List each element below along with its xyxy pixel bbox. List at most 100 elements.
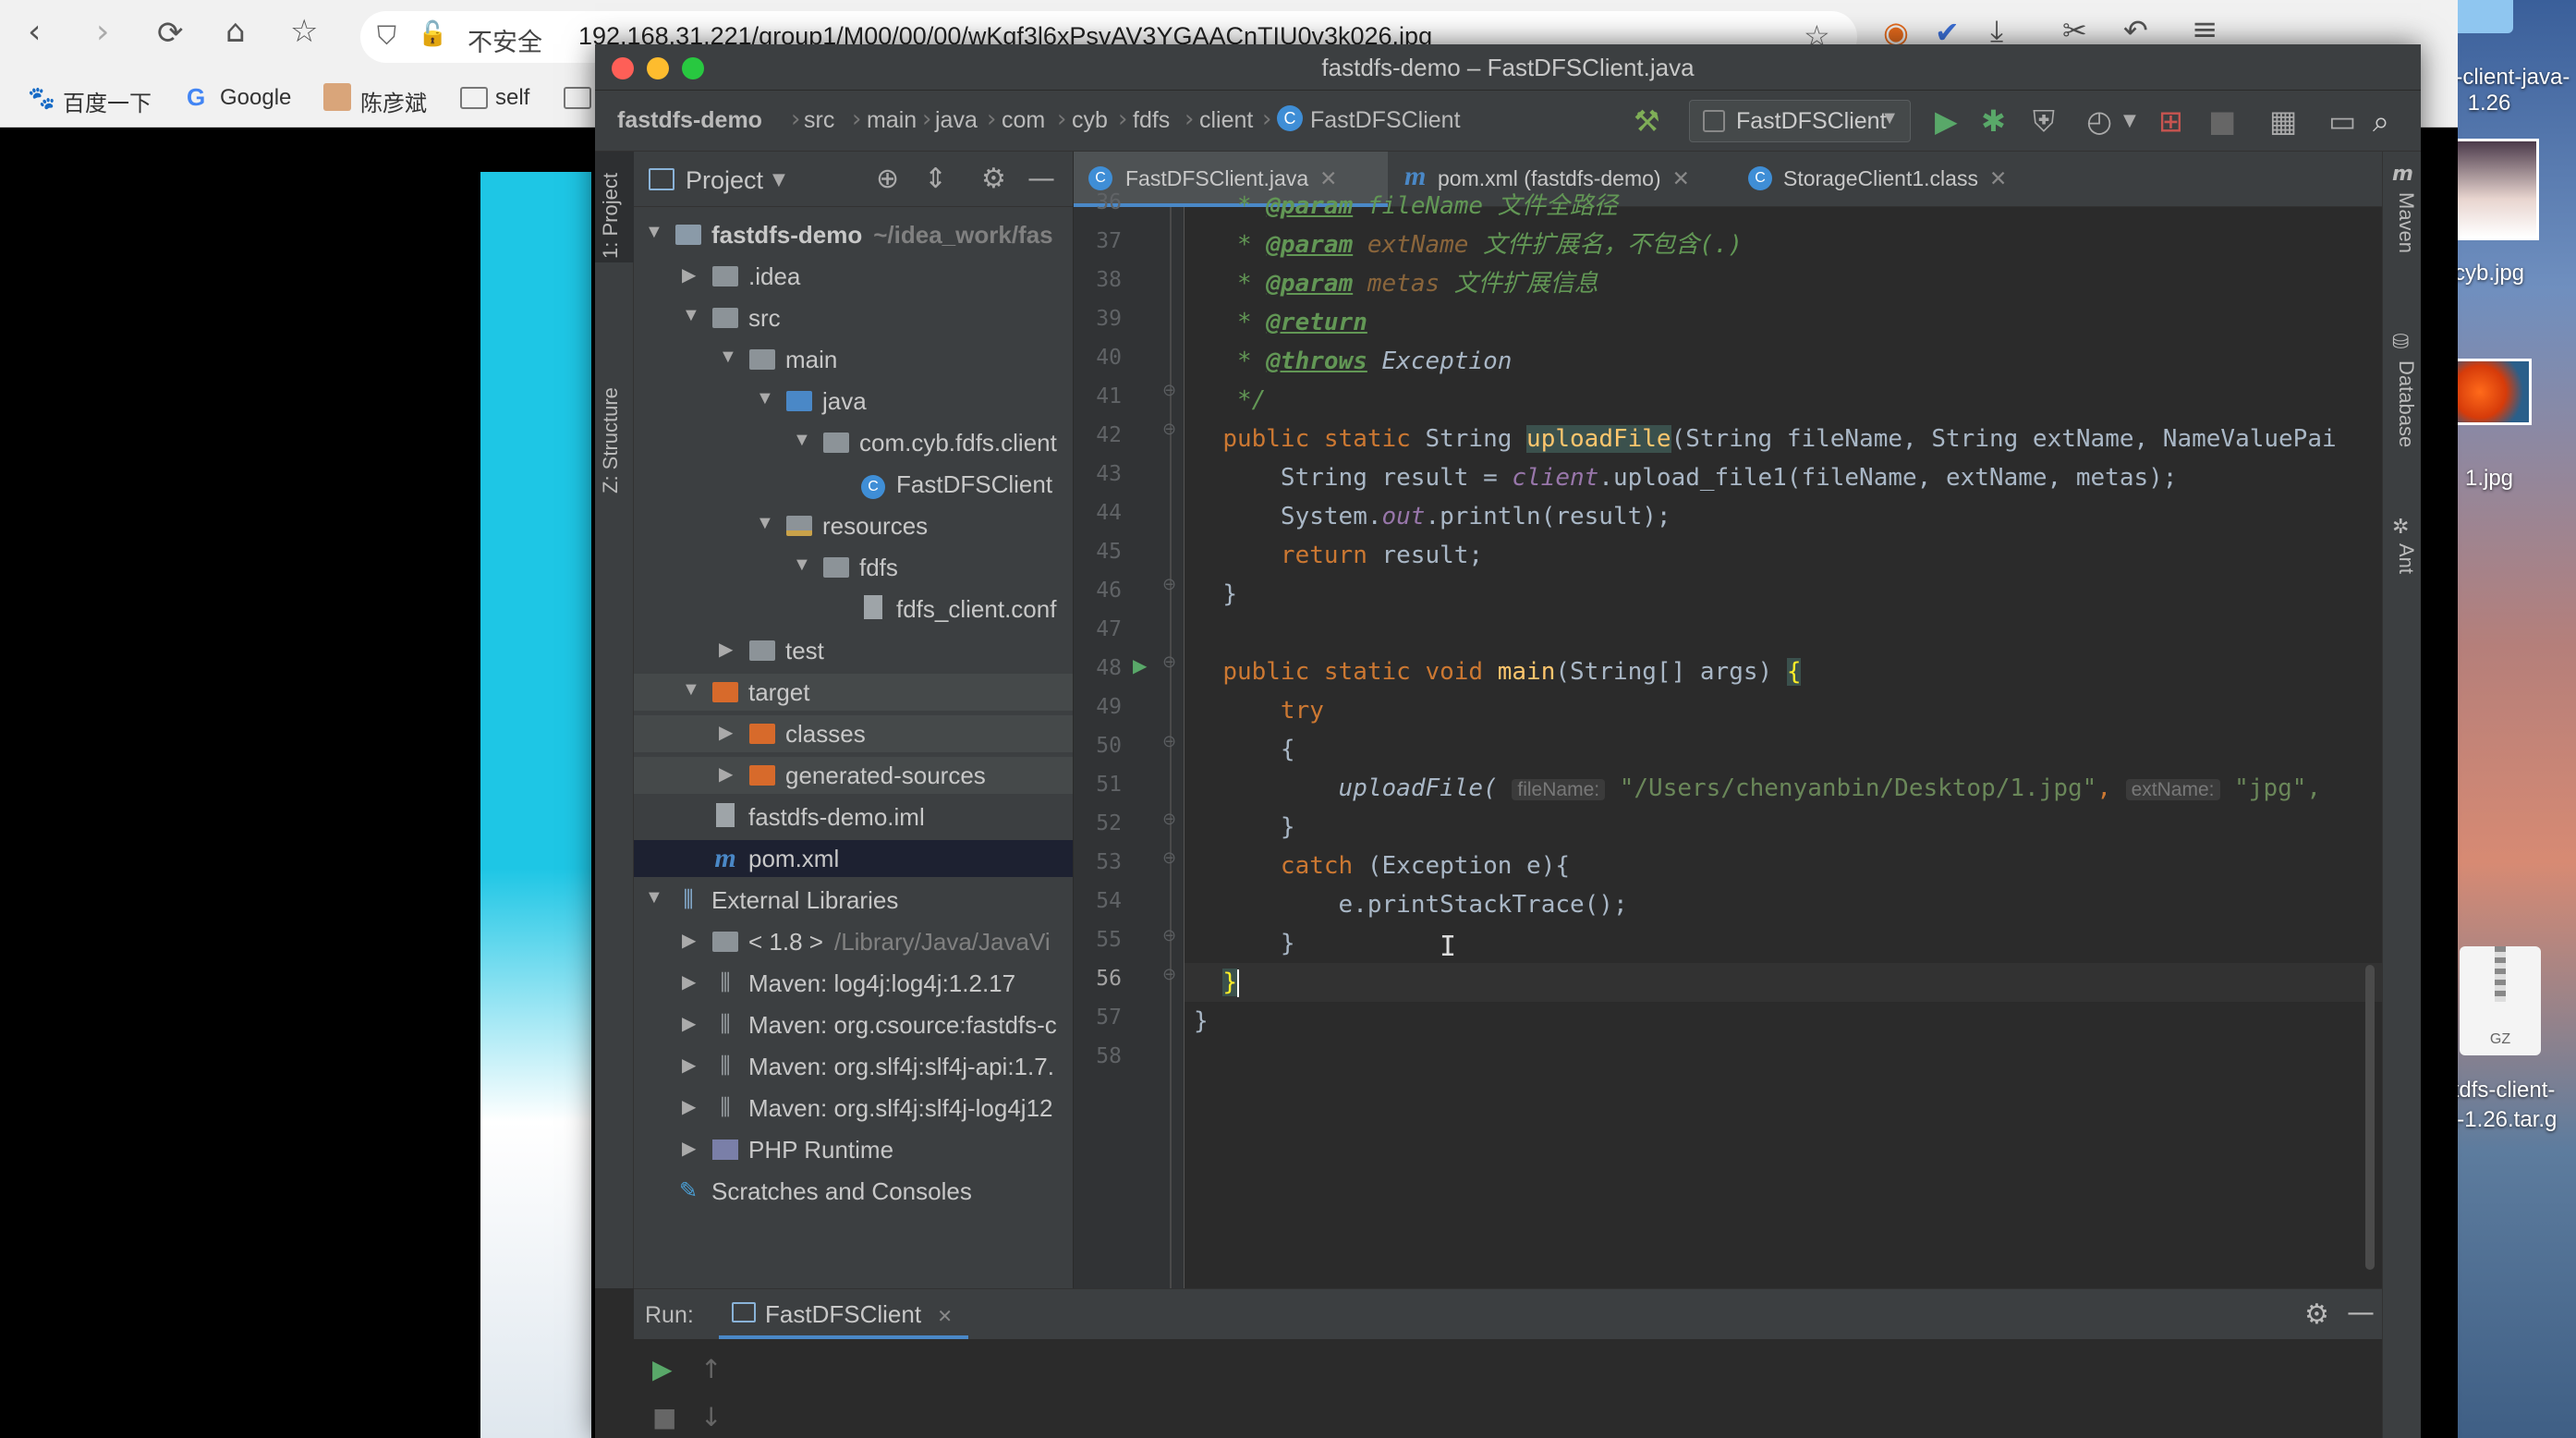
fold-marker-icon[interactable]: ⊖ <box>1162 848 1176 868</box>
bookmark-baidu[interactable]: 百度一下 <box>63 85 152 117</box>
tree-item[interactable]: ▶ < 1.8 >/Library/Java/JavaVi <box>634 923 1073 960</box>
chevron-right-icon[interactable]: ▶ <box>682 1012 696 1035</box>
chevron-down-icon[interactable]: ▼ <box>719 347 737 368</box>
tree-item[interactable]: ▶ PHP Runtime <box>634 1131 1073 1168</box>
tab-ant[interactable]: Ant <box>2394 543 2418 574</box>
minimize-icon[interactable]: — <box>1027 163 1055 195</box>
tree-item[interactable]: ▼ src <box>634 299 1073 336</box>
stop-icon[interactable]: ■ <box>2208 104 2236 139</box>
chevron-down-icon[interactable]: ▼ <box>682 305 700 326</box>
minimize-icon[interactable]: — <box>2347 1297 2375 1329</box>
scroll-up-icon[interactable]: ↑ <box>700 1354 722 1384</box>
chevron-right-icon[interactable]: ▶ <box>719 721 733 744</box>
tree-item[interactable]: ▼ fdfs <box>634 549 1073 586</box>
presentation-icon[interactable]: ▭ <box>2328 104 2356 139</box>
fold-marker-icon[interactable]: ⊖ <box>1162 810 1176 829</box>
breadcrumb-java[interactable]: java <box>935 107 978 134</box>
bookmark-chenyanbin[interactable]: 陈彦斌 <box>360 85 427 117</box>
profiler-icon[interactable]: ◴ <box>2086 104 2112 139</box>
debug-icon[interactable]: ✱ <box>1981 104 2006 139</box>
fold-marker-icon[interactable]: ⊖ <box>1162 926 1176 945</box>
breadcrumb-fdfs[interactable]: fdfs <box>1133 107 1170 134</box>
tree-item[interactable]: ▶ ⫼ Maven: org.slf4j:slf4j-api:1.7. <box>634 1048 1073 1085</box>
scroll-down-icon[interactable]: ↓ <box>700 1402 722 1432</box>
chevron-right-icon[interactable]: ▶ <box>682 1137 696 1160</box>
bookmark-self[interactable]: self <box>495 85 529 111</box>
breadcrumb-main[interactable]: main <box>867 107 917 134</box>
forward-icon[interactable]: › <box>96 13 109 51</box>
chevron-right-icon[interactable]: ▶ <box>682 970 696 993</box>
star-icon[interactable]: ☆ <box>290 13 318 50</box>
chevron-down-icon[interactable]: ▼ <box>756 388 774 409</box>
run-icon[interactable]: ▶ <box>1935 104 1958 139</box>
fold-marker-icon[interactable]: ⊖ <box>1162 732 1176 751</box>
chevron-right-icon[interactable]: ▶ <box>682 1054 696 1077</box>
tree-item[interactable]: ▼ resources <box>634 507 1073 544</box>
run-tab-fastdfsclient[interactable]: FastDFSClient ✕ <box>719 1289 968 1339</box>
chevron-down-icon[interactable]: ▼ <box>793 554 811 576</box>
project-structure-icon[interactable]: ▦ <box>2269 104 2297 139</box>
fold-marker-icon[interactable]: ⊖ <box>1162 381 1176 400</box>
tree-item[interactable]: ▶ ⫼ Maven: org.slf4j:slf4j-log4j12 <box>634 1090 1073 1127</box>
build-icon[interactable]: ⊞ <box>2158 104 2183 139</box>
fold-marker-icon[interactable]: ⊖ <box>1162 575 1176 594</box>
rerun-icon[interactable]: ▶ <box>652 1354 673 1384</box>
tree-item[interactable]: ▼ java <box>634 383 1073 420</box>
chevron-down-icon[interactable]: ▼ <box>772 170 785 189</box>
bookmark-google[interactable]: Google <box>220 85 291 111</box>
tree-item[interactable]: ▼ main <box>634 341 1073 378</box>
undo-icon[interactable]: ↶ <box>2123 13 2148 48</box>
breadcrumb-src[interactable]: src <box>804 107 834 134</box>
menu-icon[interactable]: ≡ <box>2192 11 2218 48</box>
stop-icon[interactable]: ■ <box>652 1402 676 1432</box>
chevron-down-icon[interactable]: ▼ <box>756 513 774 534</box>
fold-marker-icon[interactable]: ⊖ <box>1162 652 1176 672</box>
fold-marker-icon[interactable]: ⊖ <box>1162 420 1176 439</box>
breadcrumb-class[interactable]: FastDFSClient <box>1310 107 1461 134</box>
tree-item[interactable]: ▼ fastdfs-demo ~/idea_work/fas <box>634 216 1073 253</box>
breadcrumb-project[interactable]: fastdfs-demo <box>617 107 762 134</box>
chevron-right-icon[interactable]: ▶ <box>682 929 696 952</box>
coverage-icon[interactable]: ⛨ <box>2033 104 2055 140</box>
tree-item[interactable]: ▶ ⫼ Maven: org.csource:fastdfs-c <box>634 1006 1073 1043</box>
tree-item[interactable]: C FastDFSClient <box>634 466 1073 503</box>
chevron-right-icon[interactable]: ▶ <box>682 263 696 286</box>
collapse-all-icon[interactable]: ⇕ <box>924 163 947 195</box>
tree-item[interactable]: fastdfs-demo.iml <box>634 798 1073 835</box>
tree-item[interactable]: ▼ com.cyb.fdfs.client <box>634 424 1073 461</box>
chevron-right-icon[interactable]: ▶ <box>719 638 733 661</box>
tree-item[interactable]: ▼ ⫼ External Libraries <box>634 882 1073 919</box>
run-gutter-icon[interactable]: ▶ <box>1133 654 1147 676</box>
chevron-right-icon[interactable]: ▶ <box>719 762 733 786</box>
chevron-right-icon[interactable]: ▶ <box>682 1095 696 1118</box>
tab-structure[interactable]: Z: Structure <box>599 387 623 494</box>
project-panel-title[interactable]: Project <box>686 166 763 195</box>
chevron-down-icon[interactable]: ▼ <box>682 679 700 701</box>
hammer-icon[interactable]: ⚒ <box>1634 104 1660 139</box>
tree-item[interactable]: ▶ test <box>634 632 1073 669</box>
back-icon[interactable]: ‹ <box>28 13 41 51</box>
run-configuration-select[interactable]: FastDFSClient ▼ <box>1689 100 1911 142</box>
chevron-down-icon[interactable]: ▼ <box>645 887 663 908</box>
cut-icon[interactable]: ✂ <box>2062 13 2087 48</box>
reload-icon[interactable]: ⟳ <box>157 15 184 52</box>
tree-item[interactable]: ▶ ⫼ Maven: log4j:log4j:1.2.17 <box>634 965 1073 1002</box>
locate-icon[interactable]: ⊕ <box>876 163 899 195</box>
tree-item[interactable]: ✎ Scratches and Consoles <box>634 1173 1073 1210</box>
chevron-down-icon[interactable]: ▼ <box>2123 111 2136 130</box>
tree-item[interactable]: ▶ generated-sources <box>634 757 1073 794</box>
tree-item[interactable]: m pom.xml <box>634 840 1073 877</box>
breadcrumb-cyb[interactable]: cyb <box>1072 107 1108 134</box>
close-tab-icon[interactable]: ✕ <box>937 1307 953 1327</box>
gear-icon[interactable]: ⚙ <box>981 163 1006 195</box>
home-icon[interactable]: ⌂ <box>225 13 246 50</box>
breadcrumb-com[interactable]: com <box>1002 107 1045 134</box>
tree-item[interactable]: ▼ target <box>634 674 1073 711</box>
code-area[interactable]: * @param fileName 文件全路径 * @param extName… <box>1185 192 2382 1288</box>
tab-maven[interactable]: Maven <box>2394 192 2418 253</box>
search-icon[interactable]: ⌕ <box>2373 104 2389 140</box>
editor-scrollbar[interactable] <box>2365 965 2375 1270</box>
tab-database[interactable]: Database <box>2394 360 2418 447</box>
fold-marker-icon[interactable]: ⊖ <box>1162 965 1176 984</box>
gear-icon[interactable]: ⚙ <box>2304 1298 2329 1331</box>
